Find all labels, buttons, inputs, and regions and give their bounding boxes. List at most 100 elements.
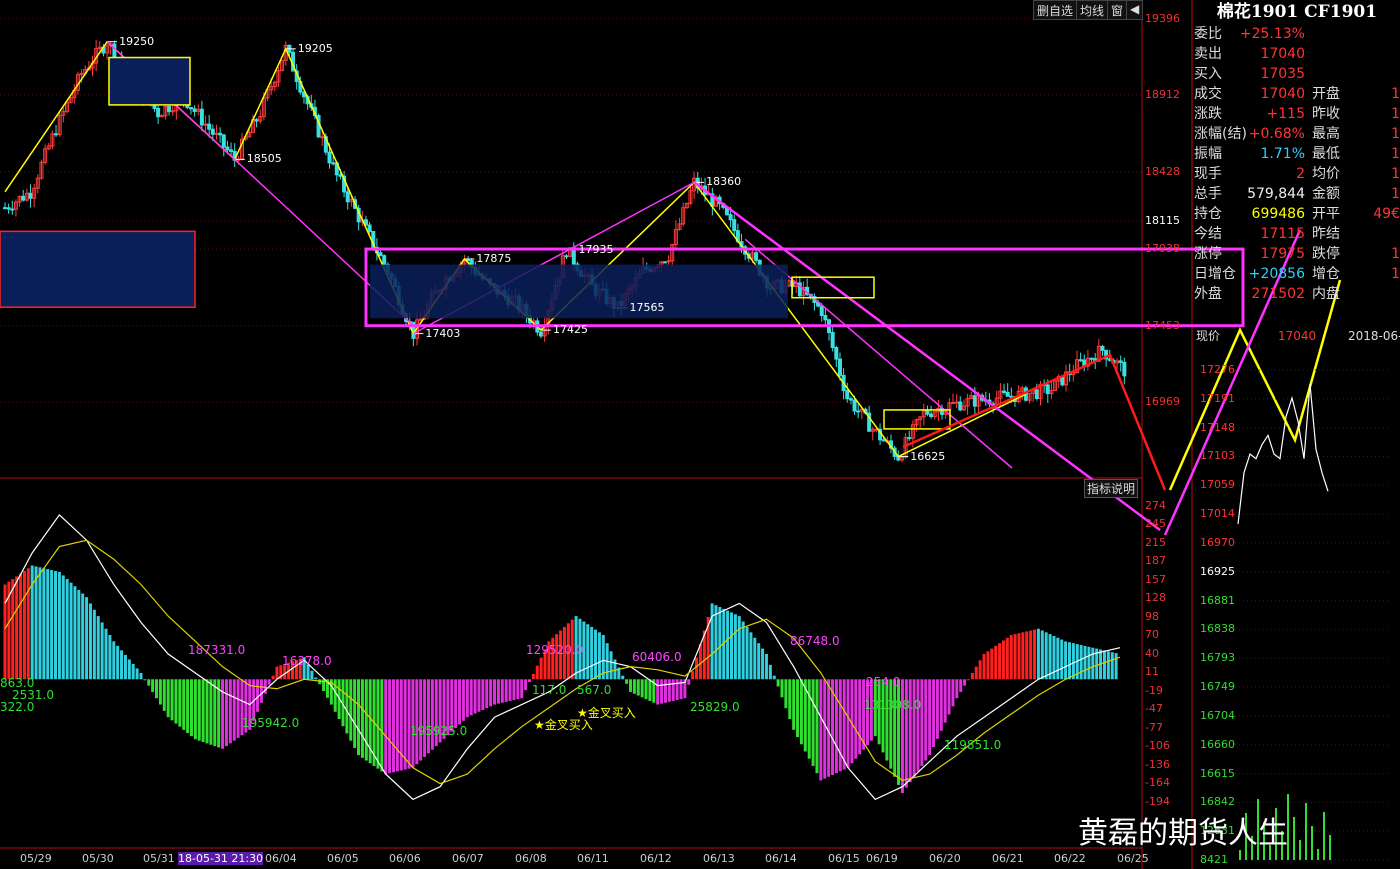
- macd-bar: [3, 584, 7, 680]
- intraday-tick-label: 17191: [1200, 391, 1235, 405]
- macd-value-label: 254.0: [866, 675, 901, 689]
- macd-bar: [147, 679, 151, 686]
- macd-bar: [1102, 650, 1106, 680]
- price-tick-label: 18115: [1145, 214, 1180, 228]
- macd-bar: [92, 609, 96, 680]
- quote-label: 最低: [1312, 146, 1340, 162]
- quote-label: 涨跌: [1194, 106, 1222, 122]
- price-annotation: 19250: [119, 34, 155, 48]
- macd-tick-label: -136: [1145, 758, 1170, 772]
- macd-bar: [1040, 630, 1044, 680]
- macd-bar: [42, 568, 46, 680]
- macd-bar: [403, 679, 407, 770]
- candle: [830, 331, 835, 349]
- quote-label: 今结: [1194, 226, 1222, 242]
- macd-bar: [139, 672, 143, 680]
- price-tick-label: 18428: [1145, 164, 1180, 178]
- macd-bar: [796, 679, 800, 738]
- toolbar-moving-average-button[interactable]: 均线: [1077, 1, 1109, 19]
- quote-value: 17040: [1260, 46, 1305, 62]
- price-header-text: 现价: [1196, 329, 1221, 343]
- macd-bar: [182, 679, 186, 730]
- macd-bar: [516, 679, 520, 700]
- macd-bar: [842, 679, 846, 770]
- macd-bar: [663, 679, 667, 703]
- toolbar-collapse-button[interactable]: ◀: [1127, 1, 1142, 19]
- macd-tick-label: 70: [1145, 628, 1159, 642]
- macd-bar: [34, 566, 38, 680]
- date-tick-label: 05/29: [20, 852, 52, 865]
- macd-value-label: 86748.0: [790, 634, 840, 648]
- toolbar-window-button[interactable]: 窗: [1108, 1, 1128, 19]
- macd-bar: [807, 679, 811, 759]
- macd-bar: [729, 612, 733, 680]
- macd-bar: [1067, 642, 1071, 680]
- macd-bar: [737, 616, 741, 680]
- macd-bar: [912, 679, 916, 777]
- quote-label: 均价: [1312, 166, 1340, 182]
- price-tick-label: 17453: [1145, 318, 1180, 332]
- price-tick-label: 16969: [1145, 395, 1180, 409]
- candle: [837, 358, 842, 376]
- toolbar-remove-favorite-button[interactable]: 删自选: [1034, 1, 1078, 19]
- macd-bar: [998, 643, 1002, 680]
- intraday-tick-label: 17103: [1200, 449, 1235, 463]
- dif-line: [4, 514, 1121, 801]
- macd-bar: [644, 679, 648, 700]
- macd-bar: [628, 679, 632, 692]
- quote-row: 买入 17035: [1194, 64, 1400, 84]
- price-annotation: 19205: [297, 41, 333, 55]
- candle: [852, 399, 857, 412]
- macd-bar: [1083, 645, 1087, 680]
- macd-bar: [621, 675, 625, 680]
- price-header: 现价 17040 2018-06-2: [1196, 326, 1400, 346]
- candle: [1122, 361, 1127, 377]
- candle: [3, 207, 7, 210]
- date-tick-label: 06/11: [577, 852, 609, 865]
- chart-canvas: [0, 0, 1390, 869]
- candle: [6, 207, 11, 210]
- quote-value: 17040: [1260, 86, 1305, 102]
- indicator-help-button[interactable]: 指标说明: [1084, 479, 1139, 498]
- intraday-tick-label: 16842: [1200, 795, 1235, 809]
- macd-bar: [761, 648, 765, 680]
- macd-bar: [221, 679, 225, 749]
- candle: [950, 401, 955, 404]
- quote-row: 涨幅(结) +0.68% 最高 1: [1194, 124, 1400, 144]
- candle: [1078, 359, 1083, 362]
- macd-bar: [640, 679, 644, 698]
- macd-bar: [310, 670, 314, 680]
- macd-bar: [908, 679, 912, 783]
- quote-value: 1: [1391, 146, 1400, 162]
- macd-bar: [687, 679, 691, 685]
- candle: [1002, 390, 1007, 393]
- macd-bar: [166, 679, 170, 718]
- candle: [1005, 391, 1010, 397]
- macd-bar: [512, 679, 516, 701]
- intraday-tick-label: 16881: [1200, 593, 1235, 607]
- macd-bar: [170, 679, 174, 721]
- macd-bar: [143, 679, 147, 681]
- macd-bar: [201, 679, 205, 743]
- quote-value: 49€: [1373, 206, 1400, 222]
- macd-tick-label: 215: [1145, 536, 1166, 550]
- candle: [207, 123, 212, 130]
- candle: [254, 119, 259, 122]
- macd-bar: [1044, 632, 1048, 680]
- macd-bar: [939, 679, 943, 731]
- macd-bar: [85, 597, 89, 680]
- macd-value-label: 25829.0: [690, 700, 740, 714]
- macd-bar: [990, 648, 994, 680]
- macd-bar: [862, 679, 866, 750]
- consolidation-box: [0, 230, 196, 308]
- candle: [192, 108, 197, 112]
- macd-tick-label: -19: [1145, 684, 1163, 698]
- macd-bar: [675, 679, 679, 701]
- candle: [167, 106, 172, 113]
- macd-bar: [423, 679, 427, 757]
- macd-bar: [1033, 629, 1037, 680]
- macd-bar: [745, 626, 749, 680]
- macd-bar: [695, 657, 699, 680]
- macd-bar: [757, 643, 761, 680]
- quote-label: 开盘: [1312, 86, 1340, 102]
